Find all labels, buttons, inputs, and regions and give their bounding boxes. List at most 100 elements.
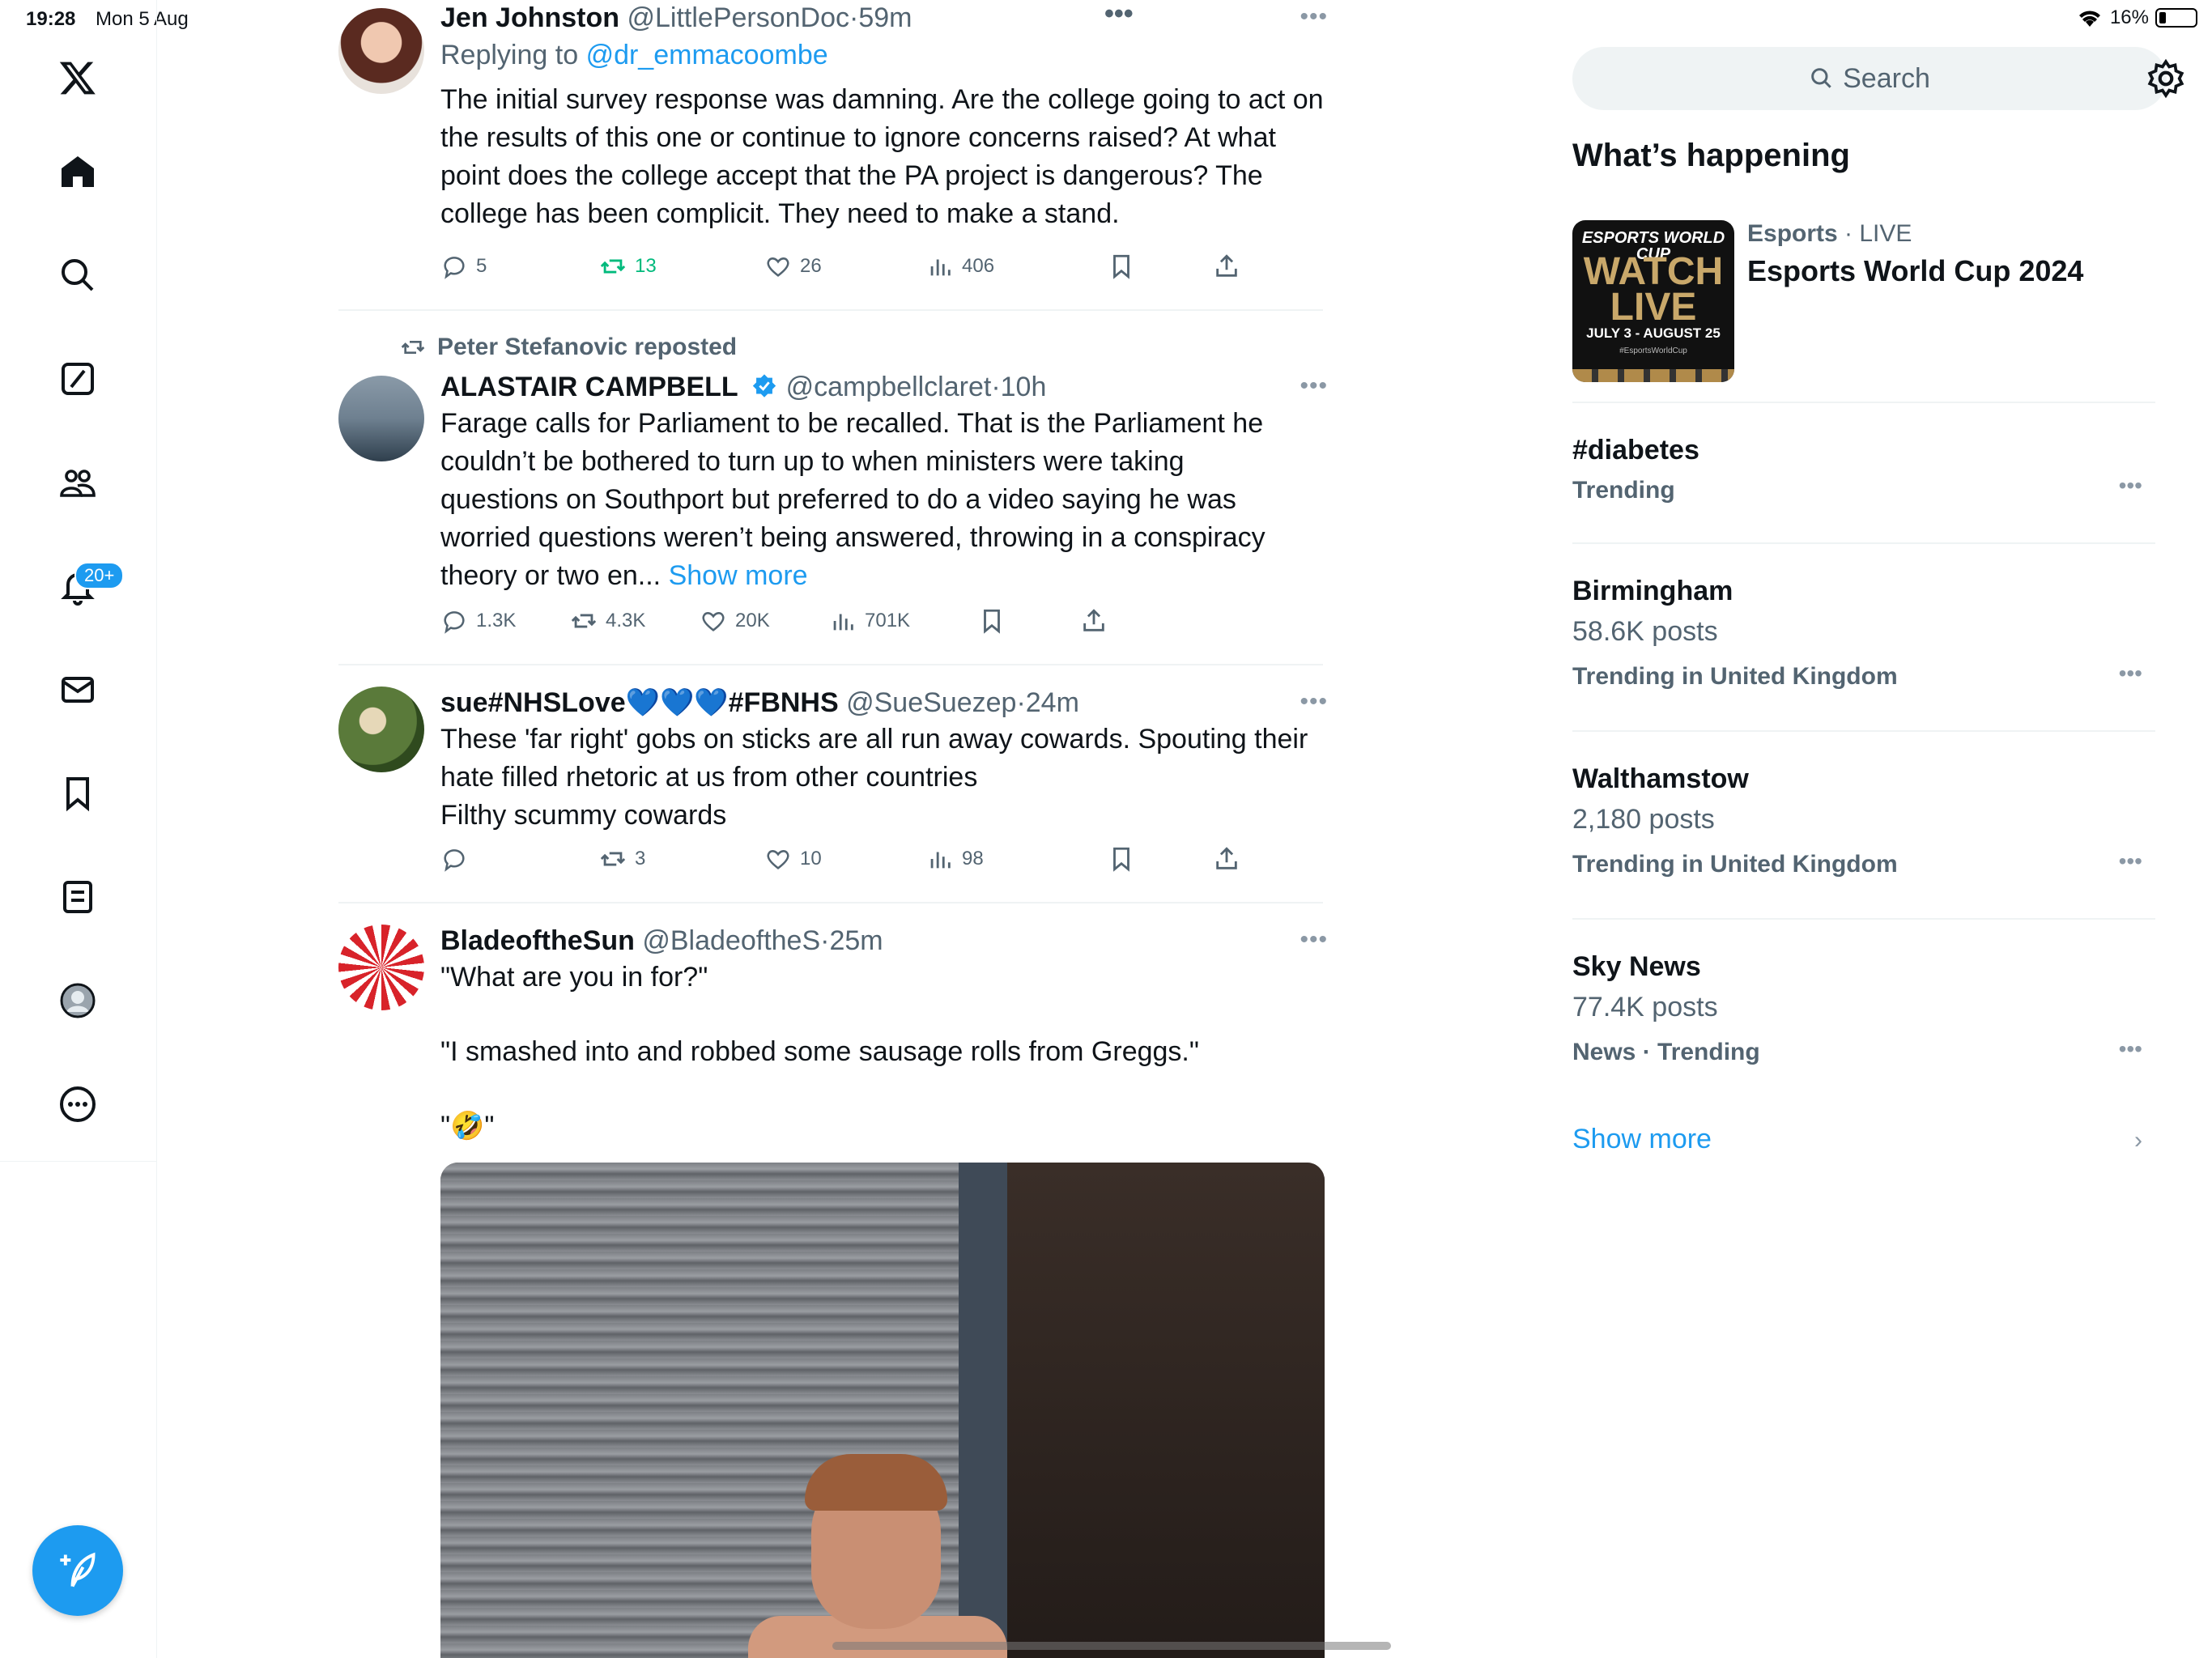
search-input[interactable]: Search — [1572, 47, 2167, 110]
trend-name: #diabetes — [1572, 435, 1699, 466]
avatar[interactable] — [338, 8, 424, 94]
views-button[interactable]: 406 — [926, 253, 994, 280]
like-button[interactable]: 26 — [764, 253, 822, 280]
like-count: 20K — [735, 610, 770, 631]
home-icon[interactable] — [53, 147, 102, 196]
views-button[interactable]: 98 — [926, 845, 984, 873]
repost-count: 13 — [635, 255, 657, 277]
tweet-header: sue#NHSLove💙💙💙#FBNHS @SueSuezep·24m — [440, 685, 1325, 721]
share-button[interactable] — [1213, 253, 1240, 280]
tweet-time: ·59m — [849, 2, 912, 33]
views-count: 701K — [865, 610, 911, 631]
show-more-link[interactable]: Show more — [669, 560, 808, 591]
views-button[interactable]: 701K — [829, 607, 910, 635]
author-name[interactable]: Jen Johnston — [440, 2, 619, 33]
reply-count: 5 — [476, 255, 487, 277]
reply-button[interactable] — [440, 845, 476, 873]
repost-icon — [401, 341, 425, 354]
settings-gear-icon[interactable] — [2146, 58, 2186, 99]
author-name[interactable]: ALASTAIR CAMPBELL — [440, 372, 738, 402]
messages-mail-icon[interactable] — [53, 665, 102, 714]
tweet-header: ALASTAIR CAMPBELL @campbellclaret·10h — [440, 369, 1325, 405]
trend-item[interactable]: Walthamstow 2,180 posts Trending in Unit… — [1572, 761, 2155, 887]
more-options-icon[interactable]: ••• — [2119, 473, 2142, 499]
verified-badge-icon — [752, 374, 776, 397]
sidebar-divider — [1572, 402, 2155, 403]
trend-item[interactable]: #diabetes Trending ••• — [1572, 432, 2155, 513]
avatar[interactable] — [338, 376, 424, 461]
tweet-alastair-campbell[interactable]: ALASTAIR CAMPBELL @campbellclaret·10h ••… — [338, 369, 1328, 661]
trend-posts: 77.4K posts — [1572, 992, 1718, 1022]
replying-to-handle[interactable]: @dr_emmacoombe — [586, 40, 828, 70]
author-handle[interactable]: @campbellclaret — [786, 372, 992, 402]
trend-context: Trending in United Kingdom — [1572, 663, 1898, 690]
profile-avatar-icon[interactable] — [53, 976, 102, 1025]
repost-icon — [600, 259, 626, 274]
grok-icon[interactable] — [53, 355, 102, 403]
share-button[interactable] — [1213, 845, 1240, 873]
tweet-text: "What are you in for?" "I smashed into a… — [440, 962, 1199, 1141]
author-name[interactable]: BladeoftheSun — [440, 925, 635, 956]
repost-count: 3 — [635, 848, 646, 869]
more-options-icon[interactable]: ••• — [2119, 1036, 2142, 1062]
bookmarks-icon[interactable] — [53, 769, 102, 818]
replying-to: Replying to @dr_emmacoombe — [440, 36, 1325, 74]
more-options-icon[interactable]: ••• — [2119, 661, 2142, 687]
heart-icon — [702, 612, 725, 631]
tweet-media-image[interactable] — [440, 1163, 1325, 1658]
sidebar-divider — [1572, 918, 2155, 920]
avatar[interactable] — [338, 925, 424, 1010]
more-options-icon[interactable]: ••• — [1300, 926, 1328, 954]
tweet-header: BladeoftheSun @BladeoftheS·25m — [440, 923, 1325, 959]
reposted-by[interactable]: Peter Stefanovic reposted — [437, 334, 737, 361]
author-handle[interactable]: @LittlePersonDoc — [627, 2, 849, 33]
repost-button[interactable]: 4.3K — [570, 607, 645, 635]
bookmark-button[interactable] — [1108, 253, 1135, 280]
views-count: 406 — [962, 255, 995, 277]
tweet-jen-johnston[interactable]: Jen Johnston @LittlePersonDoc·59m ••• ••… — [338, 0, 1328, 309]
bookmark-button[interactable] — [1108, 845, 1135, 873]
trend-posts: 2,180 posts — [1572, 804, 1715, 835]
more-options-icon[interactable]: ••• — [1300, 372, 1328, 400]
reply-button[interactable]: 1.3K — [440, 607, 516, 635]
heart-icon — [767, 257, 789, 277]
esports-title[interactable]: Esports World Cup 2024 — [1747, 254, 2083, 288]
show-more-link[interactable]: Show more — [1572, 1124, 1712, 1155]
avatar[interactable] — [338, 687, 424, 772]
repost-button[interactable]: 13 — [599, 253, 657, 280]
tweet-sue[interactable]: sue#NHSLove💙💙💙#FBNHS @SueSuezep·24m ••• … — [338, 685, 1328, 899]
more-options-icon[interactable]: ••• — [2119, 848, 2142, 874]
compose-post-button[interactable] — [32, 1525, 123, 1616]
nav-divider — [0, 1161, 157, 1162]
more-options-icon[interactable]: ••• — [1300, 3, 1328, 31]
bookmark-icon — [1113, 847, 1129, 872]
x-logo-icon[interactable] — [53, 53, 102, 102]
author-handle[interactable]: @SueSuezep — [846, 687, 1016, 718]
like-button[interactable]: 10 — [764, 845, 822, 873]
media-post — [959, 1163, 1007, 1658]
lists-icon[interactable] — [53, 873, 102, 921]
search-icon — [1811, 68, 1831, 88]
media-shop-interior — [1007, 1163, 1325, 1658]
home-indicator[interactable] — [832, 1642, 1391, 1650]
more-circle-icon[interactable] — [53, 1080, 102, 1129]
communities-icon[interactable] — [53, 458, 102, 507]
reply-button[interactable]: 5 — [440, 253, 487, 280]
bookmark-button[interactable] — [978, 607, 1006, 635]
like-button[interactable]: 20K — [700, 607, 770, 635]
trend-name: Walthamstow — [1572, 763, 1749, 794]
repost-icon — [571, 614, 597, 628]
share-button[interactable] — [1080, 607, 1108, 635]
author-name[interactable]: sue#NHSLove💙💙💙#FBNHS — [440, 687, 839, 718]
more-options-icon[interactable]: ••• — [1300, 688, 1328, 716]
explore-search-icon[interactable] — [53, 251, 102, 300]
esports-thumbnail[interactable]: ESPORTS WORLD CUP WATCH LIVE JULY 3 - AU… — [1572, 220, 1734, 382]
like-count: 10 — [800, 848, 822, 869]
repost-context: Peter Stefanovic reposted — [400, 334, 737, 361]
author-handle[interactable]: @BladeoftheS — [642, 925, 820, 956]
trend-item[interactable]: Birmingham 58.6K posts Trending in Unite… — [1572, 573, 2155, 699]
repost-button[interactable]: 3 — [599, 845, 645, 873]
scroll-grabber-dots-icon: ••• — [1104, 0, 1134, 29]
trend-item[interactable]: Sky News 77.4K posts News · Trending ••• — [1572, 949, 2155, 1075]
repost-icon — [600, 852, 626, 866]
